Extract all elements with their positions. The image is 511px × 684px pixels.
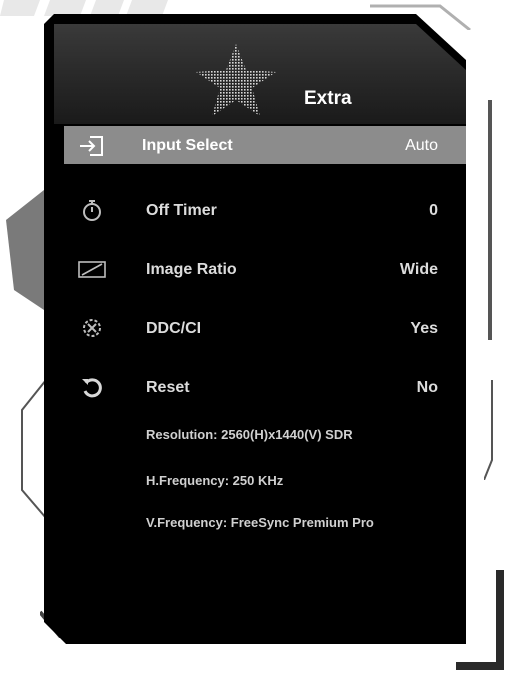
menu-item-value: Wide xyxy=(399,261,438,278)
timer-icon xyxy=(83,200,101,221)
resolution-info: Resolution: 2560(H)x1440(V) SDR xyxy=(146,427,353,442)
menu-item-label: Input Select xyxy=(142,137,233,154)
menu-item-label: DDC/CI xyxy=(146,320,202,337)
menu-item-ddc-ci[interactable]: DDC/CI Yes xyxy=(64,303,466,355)
menu-title: Extra xyxy=(304,88,352,109)
h-frequency-info: H.Frequency: 250 KHz xyxy=(146,473,284,488)
menu-item-input-select[interactable]: Input Select Auto xyxy=(64,126,466,164)
input-select-icon xyxy=(80,136,103,156)
star-icon xyxy=(196,44,276,116)
menu-list: Input Select Auto Off Timer 0 Image Rati… xyxy=(64,126,466,421)
menu-item-label: Image Ratio xyxy=(146,261,237,278)
image-ratio-icon xyxy=(78,261,106,278)
menu-item-label: Reset xyxy=(146,379,190,396)
frame-right-bars xyxy=(484,100,493,480)
menu-item-reset[interactable]: Reset No xyxy=(64,362,466,414)
menu-item-value: 0 xyxy=(429,202,438,219)
ddc-ci-icon xyxy=(83,319,101,337)
menu-item-off-timer[interactable]: Off Timer 0 xyxy=(64,185,466,237)
menu-item-image-ratio[interactable]: Image Ratio Wide xyxy=(64,244,466,296)
osd-header: Extra xyxy=(54,24,466,124)
reset-icon xyxy=(82,378,102,398)
frame-left-wing xyxy=(6,190,44,310)
menu-item-value: No xyxy=(416,379,438,396)
menu-item-value: Auto xyxy=(405,137,438,154)
menu-item-value: Yes xyxy=(410,320,438,337)
menu-item-label: Off Timer xyxy=(146,202,217,219)
osd-panel: Extra Input Select Auto Off Timer 0 Imag xyxy=(44,14,466,644)
v-frequency-info: V.Frequency: FreeSync Premium Pro xyxy=(146,515,374,530)
